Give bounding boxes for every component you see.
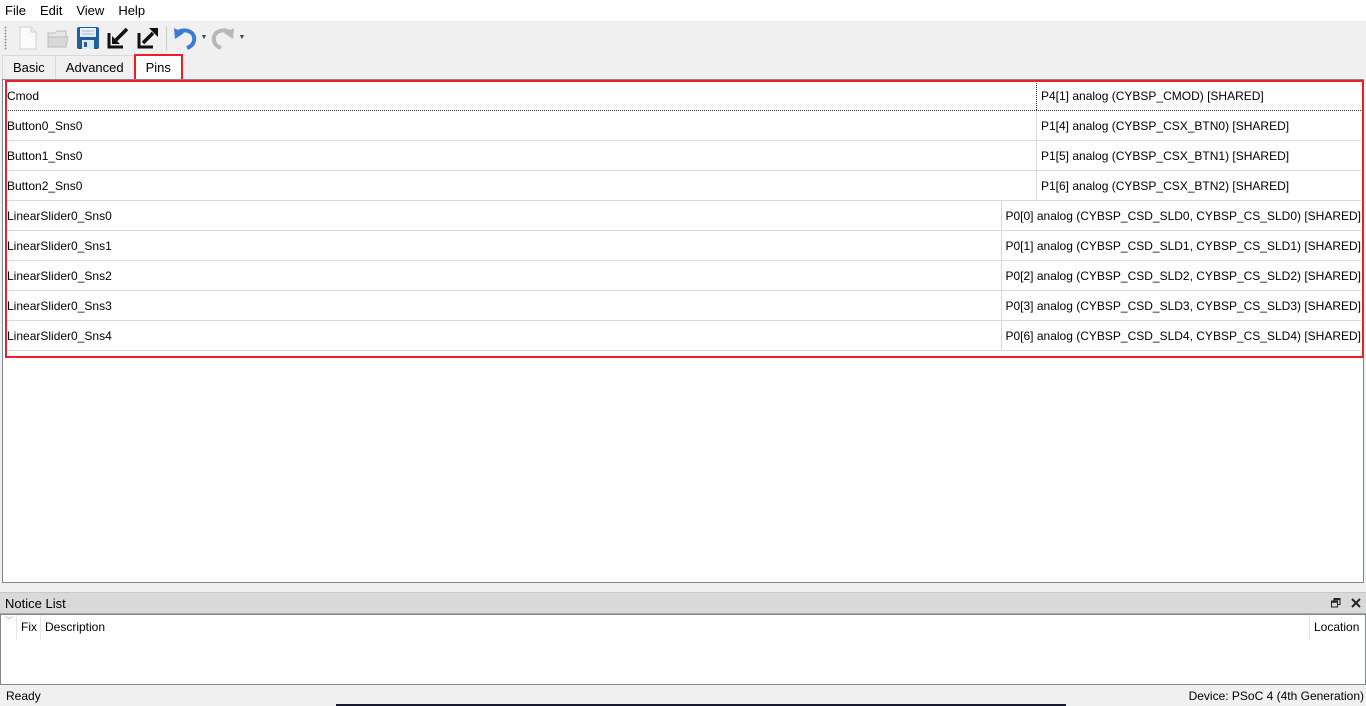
tab-advanced[interactable]: Advanced: [54, 55, 135, 79]
close-icon: [1351, 598, 1361, 608]
notice-list-header: Notice List: [0, 592, 1366, 614]
toolbar-grip[interactable]: [4, 25, 7, 50]
column-location[interactable]: Location: [1309, 615, 1365, 639]
pin-assignment-cell[interactable]: P0[6] analog (CYBSP_CSD_SLD4, CYBSP_CS_S…: [1000, 321, 1361, 350]
menu-edit[interactable]: Edit: [33, 0, 69, 21]
pin-assignment-cell[interactable]: P4[1] analog (CYBSP_CMOD) [SHARED]: [1036, 81, 1361, 110]
pins-panel: Cmod P4[1] analog (CYBSP_CMOD) [SHARED] …: [2, 79, 1364, 583]
menu-view[interactable]: View: [69, 0, 111, 21]
close-button[interactable]: [1346, 594, 1366, 612]
menu-file[interactable]: File: [0, 0, 33, 21]
device-label: Device: PSoC 4 (4th Generation): [1188, 688, 1364, 703]
column-fix[interactable]: Fix: [17, 615, 41, 639]
pin-assignment-cell[interactable]: P0[1] analog (CYBSP_CSD_SLD1, CYBSP_CS_S…: [1000, 231, 1361, 260]
pin-row[interactable]: LinearSlider0_Sns0 P0[0] analog (CYBSP_C…: [5, 201, 1361, 231]
notice-list-columns: ﹀ Fix Description Location: [1, 615, 1365, 639]
pin-row[interactable]: LinearSlider0_Sns1 P0[1] analog (CYBSP_C…: [5, 231, 1361, 261]
menu-help[interactable]: Help: [111, 0, 152, 21]
pin-row[interactable]: Button0_Sns0 P1[4] analog (CYBSP_CSX_BTN…: [5, 111, 1361, 141]
float-window-button[interactable]: [1326, 594, 1346, 612]
undo-icon: [174, 27, 197, 50]
export-icon: [137, 27, 158, 48]
undo-dropdown-arrow[interactable]: ▼: [200, 23, 208, 53]
save-icon: [77, 26, 99, 49]
tab-bar: Basic Advanced Pins: [0, 54, 1366, 79]
pin-name-cell: Cmod: [7, 88, 40, 103]
pin-name-cell: LinearSlider0_Sns2: [7, 268, 112, 283]
menu-bar: File Edit View Help: [0, 0, 1366, 21]
pin-row[interactable]: Cmod P4[1] analog (CYBSP_CMOD) [SHARED]: [5, 81, 1361, 111]
notice-list: ﹀ Fix Description Location: [0, 614, 1366, 685]
save-button[interactable]: [73, 23, 103, 53]
new-file-button[interactable]: [13, 23, 43, 53]
open-folder-icon: [47, 30, 69, 47]
float-window-icon: [1331, 598, 1341, 608]
pin-name-cell: LinearSlider0_Sns3: [7, 298, 112, 313]
expand-chevron-icon[interactable]: ﹀: [1, 615, 17, 639]
pin-name-cell: LinearSlider0_Sns0: [7, 208, 112, 223]
pin-name-cell: LinearSlider0_Sns4: [7, 328, 112, 343]
status-bar: Ready Device: PSoC 4 (4th Generation): [0, 685, 1366, 706]
new-document-icon: [19, 26, 37, 49]
pin-assignment-cell[interactable]: P1[6] analog (CYBSP_CSX_BTN2) [SHARED]: [1036, 171, 1361, 200]
undo-button[interactable]: [170, 23, 200, 53]
import-icon: [107, 27, 129, 48]
toolbar-separator: [166, 25, 167, 50]
redo-dropdown-arrow[interactable]: ▼: [238, 23, 246, 53]
pin-assignment-cell[interactable]: P1[4] analog (CYBSP_CSX_BTN0) [SHARED]: [1036, 111, 1361, 140]
open-file-button[interactable]: [43, 23, 73, 53]
export-button[interactable]: [133, 23, 163, 53]
pin-row[interactable]: LinearSlider0_Sns3 P0[3] analog (CYBSP_C…: [5, 291, 1361, 321]
import-button[interactable]: [103, 23, 133, 53]
pin-row[interactable]: LinearSlider0_Sns4 P0[6] analog (CYBSP_C…: [5, 321, 1361, 351]
pin-row[interactable]: LinearSlider0_Sns2 P0[2] analog (CYBSP_C…: [5, 261, 1361, 291]
pin-name-cell: Button1_Sns0: [7, 148, 83, 163]
column-description[interactable]: Description: [41, 620, 1309, 634]
pin-assignment-cell[interactable]: P1[5] analog (CYBSP_CSX_BTN1) [SHARED]: [1036, 141, 1361, 170]
pin-row[interactable]: Button2_Sns0 P1[6] analog (CYBSP_CSX_BTN…: [5, 171, 1361, 201]
redo-button[interactable]: [208, 23, 238, 53]
pin-assignment-cell[interactable]: P0[0] analog (CYBSP_CSD_SLD0, CYBSP_CS_S…: [1000, 201, 1361, 230]
status-text: Ready: [6, 688, 41, 703]
pin-name-cell: LinearSlider0_Sns1: [7, 238, 112, 253]
pin-assignment-cell[interactable]: P0[3] analog (CYBSP_CSD_SLD3, CYBSP_CS_S…: [1000, 291, 1361, 320]
pin-name-cell: Button2_Sns0: [7, 178, 83, 193]
tab-basic[interactable]: Basic: [2, 55, 56, 79]
pin-name-cell: Button0_Sns0: [7, 118, 83, 133]
pin-assignment-cell[interactable]: P0[2] analog (CYBSP_CSD_SLD2, CYBSP_CS_S…: [1000, 261, 1361, 290]
pin-row[interactable]: Button1_Sns0 P1[5] analog (CYBSP_CSX_BTN…: [5, 141, 1361, 171]
notice-list-title: Notice List: [5, 595, 66, 611]
tab-pins[interactable]: Pins: [133, 54, 183, 79]
toolbar: ▼ ▼: [0, 21, 1366, 54]
pins-grid: Cmod P4[1] analog (CYBSP_CMOD) [SHARED] …: [5, 81, 1361, 351]
redo-icon: [211, 27, 234, 50]
